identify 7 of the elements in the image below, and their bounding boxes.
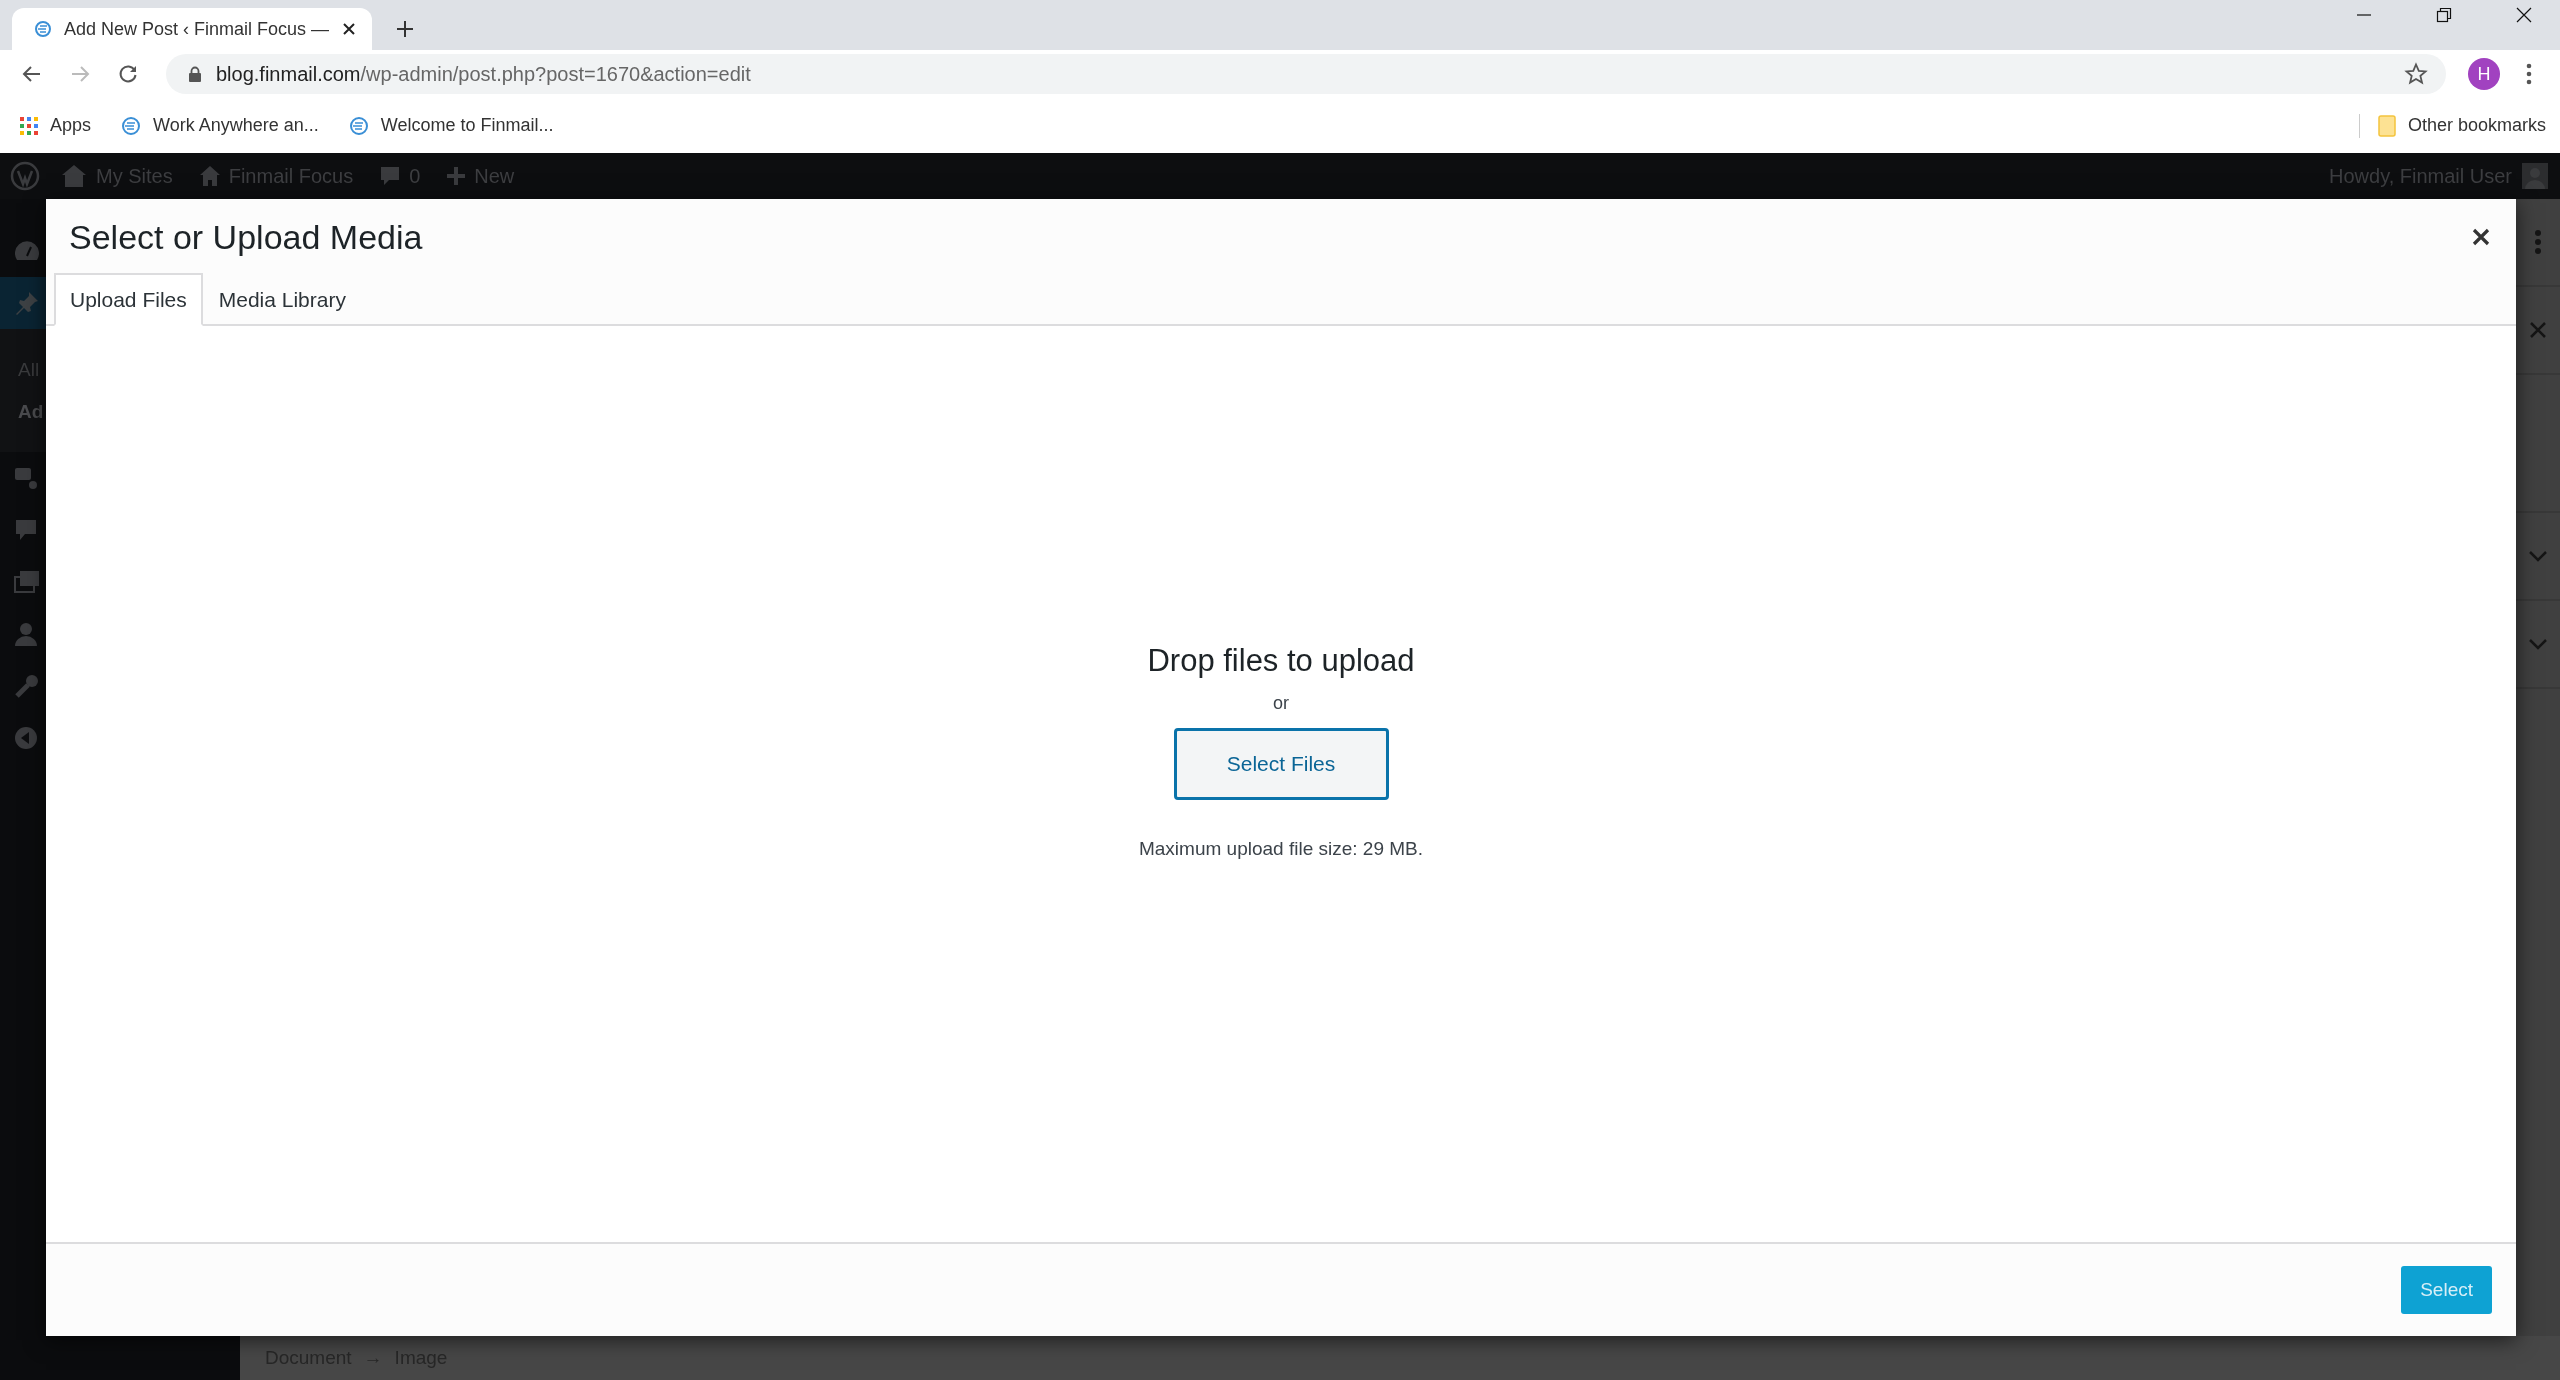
breadcrumb-separator: → <box>363 1347 383 1369</box>
max-size-note: Maximum upload file size: 29 MB. <box>1138 837 1424 860</box>
modal-title: Select or Upload Media <box>69 217 424 257</box>
or-text: or <box>1273 692 1289 714</box>
drop-heading: Drop files to upload <box>1147 642 1415 679</box>
tab-title: Add New Post ‹ Finmail Focus — <box>64 18 330 40</box>
url-text: blog.finmail.com/wp-admin/post.php?post=1670&action=edit <box>216 62 751 86</box>
